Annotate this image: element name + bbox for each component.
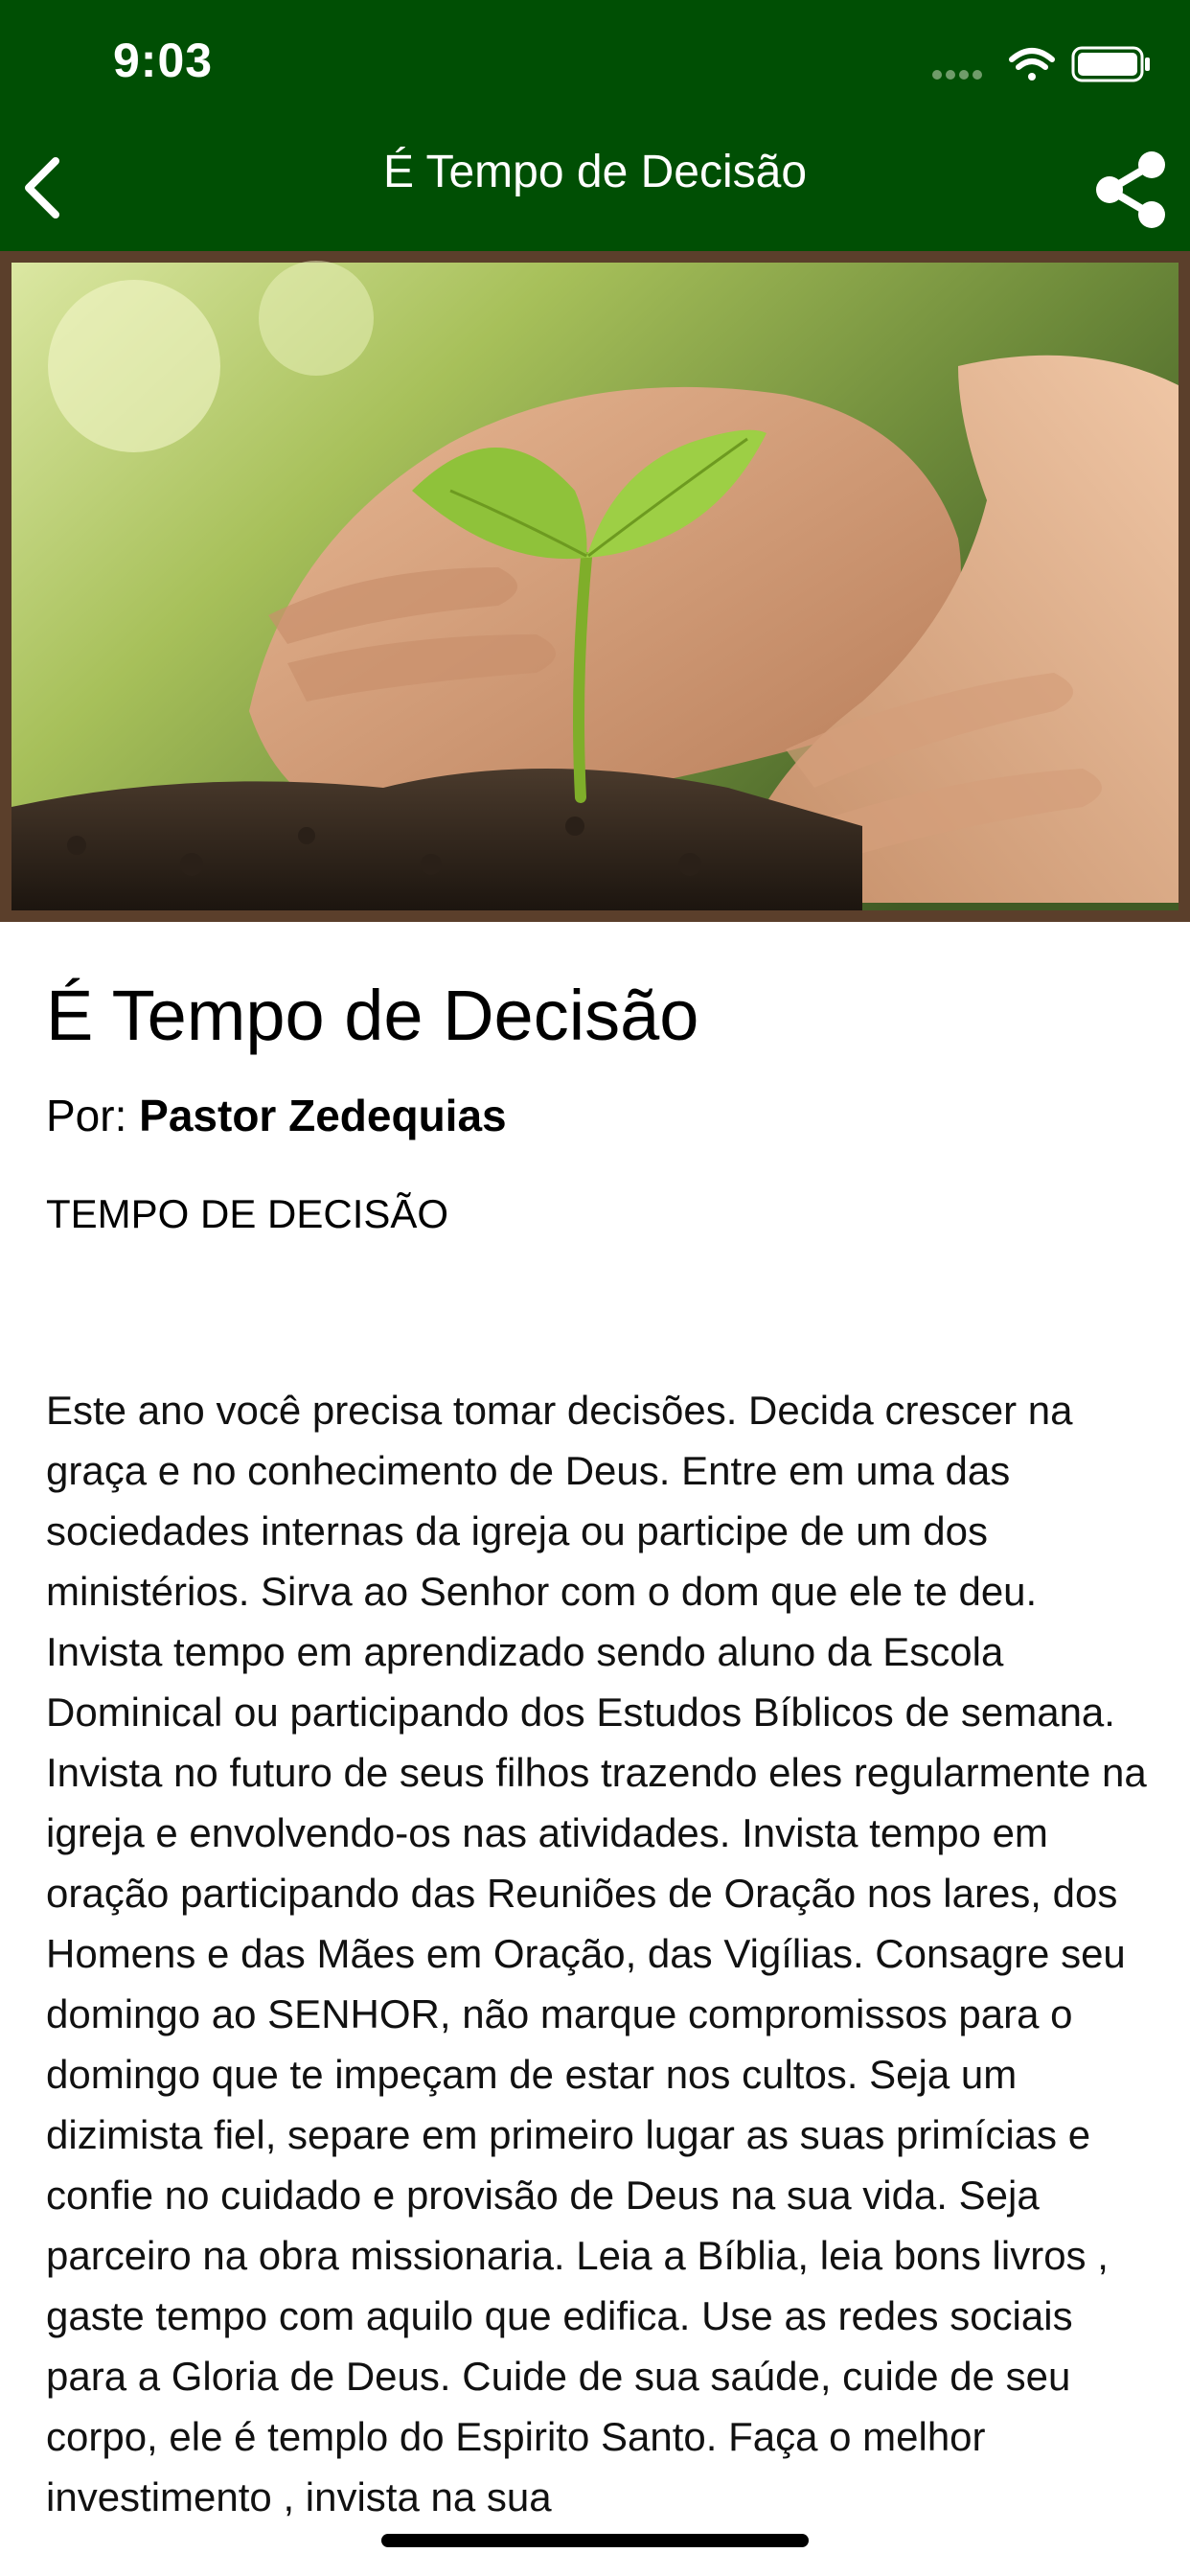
navigation-header: 9:03 É Tempo de Decisão (0, 0, 1190, 251)
hero-image (0, 251, 1190, 922)
byline-prefix: Por: (46, 1091, 127, 1140)
share-button[interactable] (1092, 150, 1169, 230)
battery-icon (1071, 46, 1150, 82)
nav-title: É Tempo de Decisão (382, 147, 808, 197)
author-name: Pastor Zedequias (139, 1091, 507, 1140)
article-title: É Tempo de Decisão (46, 976, 699, 1055)
signal-icon (932, 70, 982, 80)
article-body: Este ano você precisa tomar decisões. De… (46, 1388, 1147, 2519)
seedling-hands-photo (0, 251, 1190, 922)
status-time: 9:03 (113, 34, 214, 87)
status-icons (932, 46, 1150, 82)
home-indicator[interactable] (381, 2534, 809, 2547)
share-icon (1096, 151, 1165, 228)
article-subheading: TEMPO DE DECISÃO (46, 1191, 449, 1236)
wifi-icon (1009, 48, 1055, 80)
byline: Por: Pastor Zedequias (46, 1087, 1157, 1144)
article-content: É Tempo de Decisão Por: Pastor Zedequias… (46, 968, 1157, 2527)
